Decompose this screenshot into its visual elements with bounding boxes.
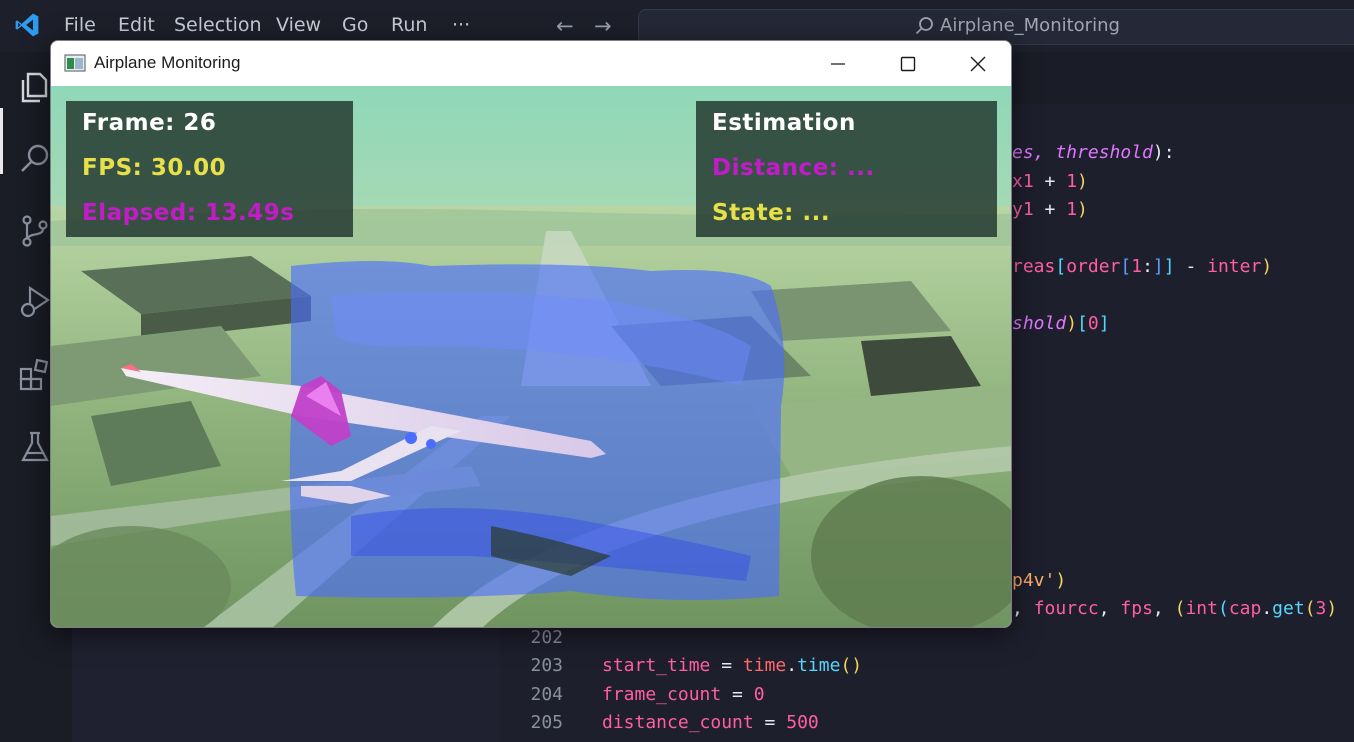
maximize-icon	[900, 56, 916, 72]
window-titlebar[interactable]: Airplane Monitoring	[51, 41, 1011, 86]
fps-readout: FPS: 30.00	[82, 155, 227, 181]
code-line: y1 + 1)	[1012, 199, 1088, 220]
maximize-button[interactable]	[873, 41, 943, 86]
line-number: 204	[530, 684, 563, 705]
explorer-icon[interactable]	[16, 68, 54, 106]
menu-more[interactable]: ···	[452, 14, 470, 36]
active-indicator	[0, 108, 3, 174]
code-line: , fourcc, fps, (int(cap.get(3)	[1012, 598, 1338, 619]
airplane-monitoring-window[interactable]: Airplane Monitoring Frame: 26 FPS: 30.00…	[50, 40, 1012, 628]
app-window-icon	[64, 54, 86, 72]
command-center-text: Airplane_Monitoring	[940, 15, 1120, 36]
video-frame: Frame: 26 FPS: 30.00 Elapsed: 13.49s Est…	[51, 86, 1011, 627]
line-number: 202	[530, 627, 563, 648]
window-title: Airplane Monitoring	[94, 53, 241, 72]
menu-run[interactable]: Run	[391, 14, 427, 36]
code-line: es, threshold):	[1012, 142, 1175, 163]
menu-selection[interactable]: Selection	[174, 14, 262, 36]
code-line: x1 + 1)	[1012, 171, 1088, 192]
search-icon	[915, 17, 933, 35]
forward-arrow-icon[interactable]: →	[594, 14, 612, 38]
distance-readout: Distance: ...	[712, 155, 875, 181]
minimize-button[interactable]	[803, 41, 873, 86]
source-control-icon[interactable]	[16, 212, 54, 250]
menu-file[interactable]: File	[64, 14, 96, 36]
back-arrow-icon[interactable]: ←	[556, 14, 574, 38]
line-number: 205	[530, 712, 563, 733]
close-icon	[970, 56, 986, 72]
stats-panel: Frame: 26 FPS: 30.00 Elapsed: 13.49s	[66, 101, 353, 237]
vscode-logo-icon	[15, 13, 39, 37]
menu-edit[interactable]: Edit	[118, 14, 155, 36]
code-line-203: start_time = time.time()	[602, 655, 863, 676]
frame-counter: Frame: 26	[82, 110, 217, 136]
close-button[interactable]	[943, 41, 1011, 86]
elapsed-readout: Elapsed: 13.49s	[82, 200, 295, 226]
code-line: reas[order[1:]] - inter)	[1012, 256, 1273, 277]
run-debug-icon[interactable]	[16, 284, 54, 322]
line-number: 203	[530, 655, 563, 676]
estimation-panel: Estimation Distance: ... State: ...	[696, 101, 997, 237]
menu-view[interactable]: View	[276, 14, 321, 36]
code-line: p4v')	[1012, 570, 1067, 591]
estimation-title: Estimation	[712, 110, 856, 136]
minimize-icon	[831, 63, 845, 65]
code-line-204: frame_count = 0	[602, 684, 765, 705]
code-line: shold)[0]	[1012, 313, 1110, 334]
search-icon[interactable]	[16, 140, 54, 178]
extensions-icon[interactable]	[16, 356, 54, 394]
state-readout: State: ...	[712, 200, 831, 226]
testing-icon[interactable]	[16, 428, 54, 466]
code-line-205: distance_count = 500	[602, 712, 819, 733]
menu-go[interactable]: Go	[342, 14, 368, 36]
